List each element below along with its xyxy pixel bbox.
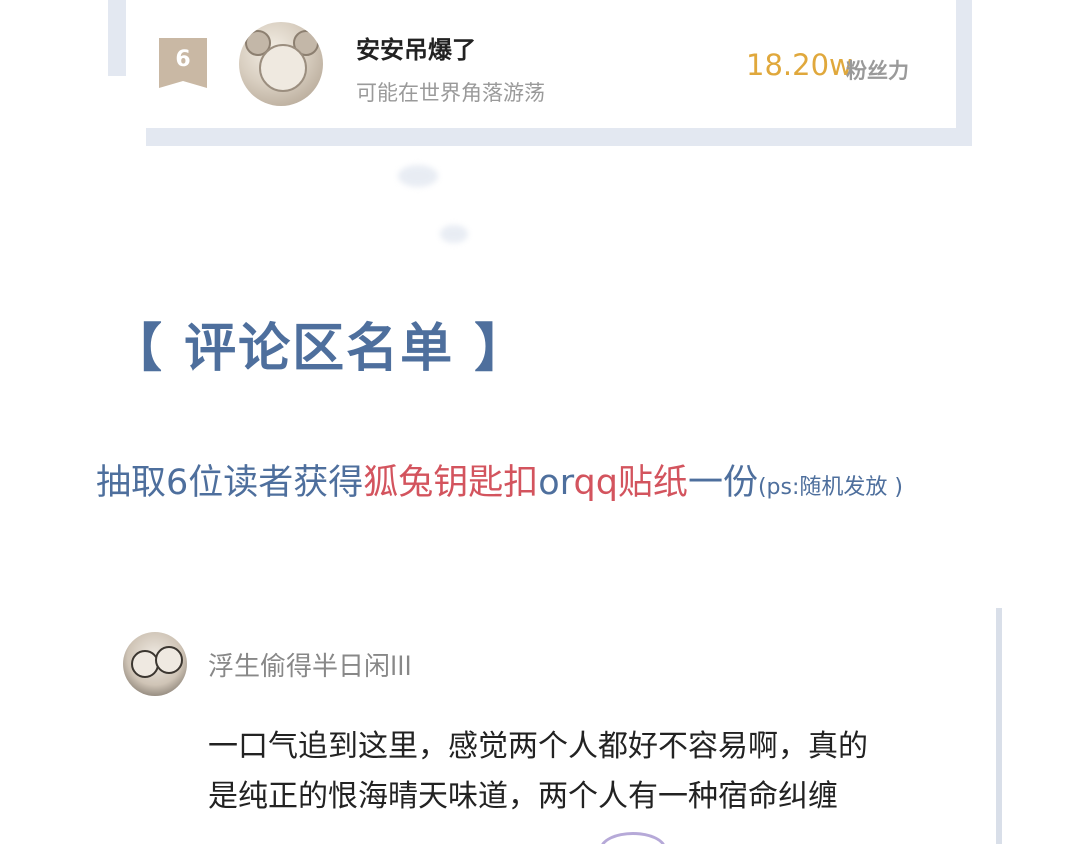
giveaway-text: 抽取6位读者获得狐兔钥匙扣orqq贴纸一份(ps:随机发放 ) bbox=[96, 458, 903, 513]
page: 6 安安吊爆了 可能在世界角落游荡 18.20w 粉丝力 【 评论区名单 】 抽… bbox=[0, 0, 1080, 844]
rank-card-left-border bbox=[108, 0, 126, 76]
giveaway-prize-stickers: qq贴纸 bbox=[573, 463, 688, 503]
fan-power-value: 18.20w bbox=[746, 48, 853, 82]
decorative-smudge bbox=[398, 165, 438, 187]
avatar-decoration bbox=[155, 646, 183, 674]
decorative-smudge bbox=[440, 225, 468, 243]
rank-avatar[interactable] bbox=[239, 22, 323, 106]
section-title: 【 评论区名单 】 bbox=[110, 319, 529, 379]
rank-badge-icon: 6 bbox=[159, 38, 207, 88]
giveaway-or: or bbox=[538, 463, 574, 503]
fan-power-label: 粉丝力 bbox=[846, 59, 909, 83]
avatar-face bbox=[259, 44, 307, 92]
giveaway-quantity: 一份 bbox=[687, 463, 758, 503]
rank-user-description: 可能在世界角落游荡 bbox=[356, 81, 545, 105]
giveaway-prize-keychain: 狐兔钥匙扣 bbox=[363, 463, 539, 503]
rank-card-bottom-border bbox=[146, 128, 972, 146]
giveaway-note: (ps:随机发放 ) bbox=[757, 475, 903, 500]
comment-text: 一口气追到这里，感觉两个人都好不容易啊，真的 是纯正的恨海晴天味道，两个人有一种… bbox=[208, 722, 978, 822]
comment-card-border bbox=[996, 608, 1002, 844]
giveaway-intro: 抽取6位读者获得 bbox=[96, 463, 364, 503]
rank-user-name[interactable]: 安安吊爆了 bbox=[356, 30, 476, 65]
comment-avatar[interactable] bbox=[123, 632, 187, 696]
comment-line: 是纯正的恨海晴天味道，两个人有一种宿命纠缠 bbox=[208, 779, 838, 814]
rank-card-right-border bbox=[956, 0, 972, 146]
comment-line: 一口气追到这里，感觉两个人都好不容易啊，真的 bbox=[208, 729, 868, 764]
comment-username[interactable]: 浮生偷得半日闲lll bbox=[208, 646, 412, 683]
